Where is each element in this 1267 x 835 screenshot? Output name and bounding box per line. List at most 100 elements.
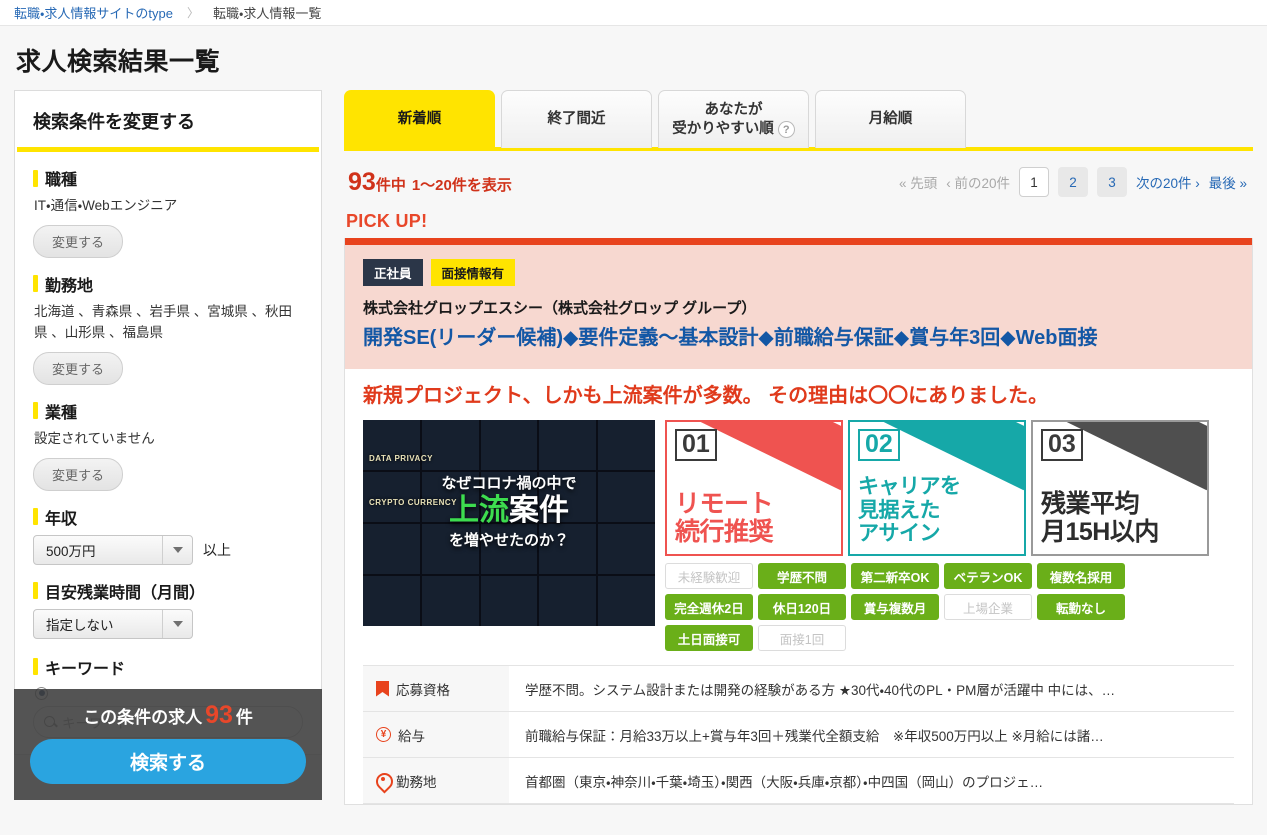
breadcrumb-current: 転職・求人情報一覧 [213,6,322,21]
accent-bar-icon [33,275,38,293]
promo-text-line1: 残業平均 [1041,490,1140,518]
pagination-next[interactable]: 次の20件 › [1136,172,1200,192]
results-total-unit: 件中 [375,176,406,194]
promo-number-01: 01 [675,429,717,461]
results-summary-row: 93件中 1～20件を表示 « 先頭 ‹ 前の20件 1 2 3 次の20件 › … [344,151,1253,207]
change-button-location[interactable]: 変更する [33,351,124,385]
pagination-first[interactable]: « 先頭 [899,172,937,192]
search-submit-button[interactable]: 検索する [30,738,306,784]
page-title-wrap: 求人検索結果一覧 [0,26,1267,90]
change-button-occupation[interactable]: 変更する [33,224,124,258]
income-select[interactable]: 500万円 [33,534,193,565]
sticky-search-overlay: この条件の求人 93 件 検索する [14,688,322,800]
tag-item: ベテランOK [944,563,1032,589]
tag-item: 未経験歓迎 [665,563,753,589]
pagination-prev[interactable]: ‹ 前の20件 [946,172,1010,192]
detail-header-location: 勤務地 [363,758,509,803]
table-row: 応募資格 学歴不問。システム設計または開発の経験がある方 ★30代・40代のPL… [363,666,1234,712]
pickup-label: PICK UP! [346,211,428,231]
badge-employment-type: 正社員 [363,259,423,286]
change-button-industry[interactable]: 変更する [33,457,124,491]
overtime-select-value: 指定しない [46,617,114,633]
filter-value-occupation: IT・通信・Webエンジニア [34,198,178,213]
filter-section-occupation: 職種 IT・通信・Webエンジニア 変更する [33,166,303,258]
help-icon[interactable]: ? [777,121,795,139]
tag-item: 第二新卒OK [851,563,939,589]
promo-text-02: キャリアを 見据えた アサイン [858,475,1018,546]
page-layout: 検索条件を変更する 職種 IT・通信・Webエンジニア 変更する 勤務地 北海道… [0,90,1267,805]
accent-bar-icon [33,402,38,420]
job-title-link[interactable]: 開発SE(リーダー候補)◆要件定義～基本設計◆前職給与保証◆賞与年3回◆Web面… [363,324,1234,353]
promo-text-line2: 月15H以内 [1041,518,1159,546]
filter-section-industry: 業種 設定されていません 変更する [33,399,303,491]
chevron-down-icon [162,535,192,564]
main-promo-image[interactable]: DATA PRIVACY CRYPTO CURRENCY なぜコロナ禍の中で 上… [363,420,655,626]
income-select-row: 500万円 以上 [33,534,303,565]
tab-easy-to-pass[interactable]: あなたが 受かりやすい順? [658,90,809,148]
filter-label-text: キーワード [45,660,126,678]
sidebar-heading: 検索条件を変更する [33,112,195,132]
promo-text-line1: キャリアを [858,475,961,499]
filter-label-text: 年収 [45,510,78,528]
breadcrumb-separator-icon: 〉 [187,6,200,20]
filter-label-text: 職種 [45,172,78,189]
pagination-page-3[interactable]: 3 [1096,167,1127,197]
pin-icon [376,773,389,789]
table-row: 勤務地 首都圏（東京・神奈川・千葉・埼玉）・関西（大阪・兵庫・京都）・中四国（岡… [363,758,1234,804]
promo-text-03: 残業平均 月15H以内 [1041,490,1201,546]
tab-label: 新着順 [397,111,442,128]
detail-header-salary: ¥ 給与 [363,712,509,757]
filter-label-overtime: 目安残業時間（月間） [33,579,303,603]
tab-label-line2: 受かりやすい順 [672,120,774,137]
job-catchphrase: 新規プロジェクト、しかも上流案件が多数。 その理由は〇〇にありました。 [363,385,1049,407]
filter-value-industry: 設定されていません [34,430,155,446]
accent-bar-icon [33,658,38,676]
overlay-count-number: 93 [205,700,233,729]
filter-label-income: 年収 [33,505,303,529]
chevron-down-icon [162,609,192,638]
tab-label: 月給順 [868,111,913,128]
overlay-count-prefix: この条件の求人 [83,707,203,727]
tag-item: 複数名採用 [1037,563,1125,589]
results-main: 新着順 終了間近 あなたが 受かりやすい順? 月給順 93件中 1～20件を表示 … [344,90,1253,805]
results-total: 93 [348,167,376,196]
promo-card-02[interactable]: 02 キャリアを 見据えた アサイン [848,420,1026,556]
tag-item: 休日120日 [758,594,846,620]
breadcrumb-home-link[interactable]: 転職・求人情報サイトのtype [14,3,173,22]
promo-cards-row: 01 リモート 続行推奨 02 キャリアを 見据えた アサイン 03 残業平均 … [665,420,1210,556]
detail-label: 勤務地 [396,774,437,790]
collage-overlay-text: なぜコロナ禍の中で 上流案件 を増やせたのか？ [363,472,655,550]
sort-tabs: 新着順 終了間近 あなたが 受かりやすい順? 月給順 [344,90,1253,148]
detail-label: 給与 [398,728,425,744]
overlay-count-line: この条件の求人 93 件 [30,701,306,730]
collage-line-2-green: 上流 [449,494,509,527]
table-row: ¥ 給与 前職給与保証：月給33万以上+賞与年3回＋残業代全額支給 ※年収500… [363,712,1234,758]
collage-line-3: を増やせたのか？ [448,531,569,549]
promo-text-line2: 見据えた [858,498,941,522]
search-filter-sidebar: 検索条件を変更する 職種 IT・通信・Webエンジニア 変更する 勤務地 北海道… [14,90,322,800]
pagination-page-2[interactable]: 2 [1057,167,1088,197]
job-detail-table: 応募資格 学歴不問。システム設計または開発の経験がある方 ★30代・40代のPL… [363,665,1234,804]
filter-label-text: 勤務地 [45,277,94,295]
collage-mini-text-1: DATA PRIVACY [369,454,433,463]
income-select-value: 500万円 [46,543,96,559]
pagination-page-1[interactable]: 1 [1018,167,1049,197]
promo-card-03[interactable]: 03 残業平均 月15H以内 [1031,420,1209,556]
overtime-select[interactable]: 指定しない [33,608,193,639]
tab-salary[interactable]: 月給順 [815,90,966,148]
pagination-last[interactable]: 最後 » [1209,172,1247,192]
filter-section-location: 勤務地 北海道 、青森県 、岩手県 、宮城県 、秋田県 、山形県 、福島県 変更… [33,272,303,385]
tab-label-line1: あなたが [704,101,763,118]
tab-ending-soon[interactable]: 終了間近 [501,90,652,148]
badge-interview-info: 面接情報有 [430,259,516,286]
tag-item: 完全週休2日 [665,594,753,620]
results-count: 93件中 1～20件を表示 [348,168,512,197]
filter-value-location: 北海道 、青森県 、岩手県 、宮城県 、秋田県 、山形県 、福島県 [34,303,293,340]
detail-value-salary: 前職給与保証：月給33万以上+賞与年3回＋残業代全額支給 ※年収500万円以上 … [525,728,1104,744]
tab-newest[interactable]: 新着順 [344,90,495,148]
filter-label-location: 勤務地 [33,272,303,296]
accent-bar-icon [33,508,38,526]
promo-card-01[interactable]: 01 リモート 続行推奨 [665,420,843,556]
income-suffix: 以上 [203,541,231,558]
job-card[interactable]: 正社員 面接情報有 株式会社グロップエスシー（株式会社グロップ グループ） 開発… [344,238,1253,805]
